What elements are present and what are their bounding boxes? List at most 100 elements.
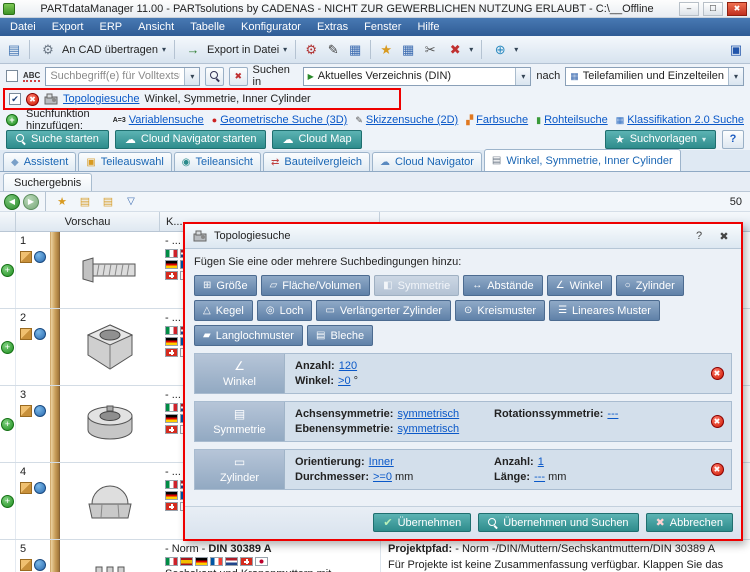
remove-condition-icon[interactable]: ✖: [710, 367, 724, 380]
edit-pencil-icon[interactable]: ✎: [323, 40, 343, 60]
3d-box-icon[interactable]: [20, 559, 32, 571]
add-lineares-muster-button[interactable]: ☰ Lineares Muster: [549, 300, 660, 321]
globe-icon[interactable]: [34, 328, 46, 340]
part-preview[interactable]: [60, 463, 160, 539]
table-icon[interactable]: ▦: [345, 40, 365, 60]
favorites-star-icon[interactable]: ★: [376, 40, 396, 60]
suche-starten-button[interactable]: Suche starten: [6, 129, 109, 149]
part-preview[interactable]: [60, 232, 160, 308]
add-zylinder-button[interactable]: ○ Zylinder: [615, 275, 684, 296]
part-preview[interactable]: [60, 386, 160, 462]
search-scope-combo[interactable]: ▦ Teilefamilien und Einzelteilen ▾: [565, 66, 744, 86]
spellcheck-abc-icon[interactable]: ABC: [23, 71, 41, 82]
part-preview[interactable]: [60, 309, 160, 385]
skizzensuche-item[interactable]: ✎ Skizzensuche (2D): [355, 114, 458, 126]
clear-search-button[interactable]: ✖: [228, 66, 248, 86]
favorites-star-icon[interactable]: ★: [52, 192, 72, 212]
search-input[interactable]: [46, 70, 185, 82]
add-verlaengerter-zylinder-button[interactable]: ▭ Verlängerter Zylinder: [316, 300, 451, 321]
add-langlochmuster-button[interactable]: ▰ Langlochmuster: [194, 325, 303, 346]
tab-cloud-navigator[interactable]: ☁ Cloud Navigator: [372, 152, 482, 171]
cloud-navigator-starten-button[interactable]: ☁ Cloud Navigator starten: [114, 129, 267, 149]
expand-row-icon[interactable]: +: [1, 263, 14, 277]
farbsuche-link[interactable]: Farbsuche: [476, 114, 528, 126]
menu-extras[interactable]: Extras: [309, 18, 356, 36]
tab-teileauswahl[interactable]: ▣ Teileauswahl: [78, 152, 172, 171]
add-winkel-button[interactable]: ∠ Winkel: [546, 275, 612, 296]
add-kegel-button[interactable]: △ Kegel: [194, 300, 253, 321]
add-groesse-button[interactable]: ⊞ Größe: [194, 275, 257, 296]
forward-button[interactable]: ▶: [23, 193, 39, 210]
part-preview[interactable]: [60, 540, 160, 572]
anzahl-value-link[interactable]: 1: [538, 456, 544, 468]
globe-icon[interactable]: [34, 251, 46, 263]
menu-hilfe[interactable]: Hilfe: [409, 18, 447, 36]
add-kreismuster-button[interactable]: ⊙ Kreismuster: [455, 300, 546, 321]
transfer-to-cad-dropdown[interactable]: ⚙ An CAD übertragen ▾: [35, 40, 169, 60]
back-button[interactable]: ◀: [4, 193, 20, 210]
3d-box-icon[interactable]: [20, 405, 32, 417]
durchmesser-value-link[interactable]: >=0: [373, 471, 392, 483]
folder-open-icon[interactable]: ▤: [98, 192, 118, 212]
filter-icon[interactable]: ▽: [121, 192, 141, 212]
anzahl-value-link[interactable]: 120: [339, 360, 357, 372]
online-update-dropdown[interactable]: ⊕ ▾: [487, 40, 521, 60]
menu-fenster[interactable]: Fenster: [356, 18, 409, 36]
3d-box-icon[interactable]: [20, 251, 32, 263]
globe-icon[interactable]: [34, 482, 46, 494]
cloud-map-button[interactable]: ☁ Cloud Map: [272, 129, 362, 149]
minimize-button[interactable]: –: [679, 1, 699, 16]
suchvorlagen-button[interactable]: ★ Suchvorlagen ▾: [604, 129, 716, 149]
variablensuche-item[interactable]: A=3 Variablensuche: [113, 114, 204, 126]
add-bleche-button[interactable]: ▤ Bleche: [306, 325, 374, 346]
remove-condition-icon[interactable]: ✖: [710, 415, 724, 428]
chevron-down-icon[interactable]: ▾: [728, 67, 743, 85]
menu-export[interactable]: Export: [44, 18, 92, 36]
cut-scissors-icon[interactable]: ✂: [420, 40, 440, 60]
klassifikation-link[interactable]: Klassifikation 2.0 Suche: [627, 114, 744, 126]
topologiesuche-link[interactable]: Topologiesuche: [63, 93, 139, 105]
directory-combo[interactable]: ▶ Aktuelles Verzeichnis (DIN) ▾: [302, 66, 532, 86]
add-flaeche-volumen-button[interactable]: ▱ Fläche/Volumen: [260, 275, 371, 296]
chevron-down-icon[interactable]: ▾: [515, 67, 531, 85]
laenge-value-link[interactable]: ---: [534, 471, 545, 483]
delete-dropdown[interactable]: ✖ ▾: [442, 40, 476, 60]
uebernehmen-und-suchen-button[interactable]: Übernehmen und Suchen: [478, 513, 639, 532]
dialog-close-icon[interactable]: ✖: [715, 228, 733, 244]
export-to-file-dropdown[interactable]: → Export in Datei ▾: [180, 40, 290, 60]
expand-row-icon[interactable]: +: [1, 417, 14, 431]
add-loch-button[interactable]: ◎ Loch: [256, 300, 313, 321]
tab-suchergebnis[interactable]: Suchergebnis: [3, 173, 93, 191]
rotationssymmetrie-value-link[interactable]: ---: [607, 408, 618, 420]
expand-row-icon[interactable]: +: [1, 340, 14, 354]
geometrische-suche-item[interactable]: ● Geometrische Suche (3D): [212, 114, 348, 126]
menu-ansicht[interactable]: Ansicht: [130, 18, 182, 36]
3d-box-icon[interactable]: [20, 328, 32, 340]
3d-box-icon[interactable]: [20, 482, 32, 494]
remove-condition-icon[interactable]: ✖: [710, 463, 724, 476]
variablensuche-link[interactable]: Variablensuche: [129, 114, 204, 126]
fulltext-search-button[interactable]: [205, 66, 224, 86]
winkel-value-link[interactable]: >0: [338, 375, 351, 387]
dialog-help-button[interactable]: ?: [690, 228, 708, 244]
uebernehmen-button[interactable]: ✔ Übernehmen: [373, 513, 472, 532]
topology-search-checkbox[interactable]: ✔: [9, 93, 21, 105]
achsensymmetrie-value-link[interactable]: symmetrisch: [397, 408, 459, 420]
tab-teileansicht[interactable]: ◉ Teileansicht: [173, 152, 261, 171]
tab-assistent[interactable]: ◆ Assistent: [3, 152, 77, 171]
abbrechen-button[interactable]: ✖ Abbrechen: [645, 513, 733, 532]
table-view-icon[interactable]: ▦: [398, 40, 418, 60]
rohteilsuche-link[interactable]: Rohteilsuche: [544, 114, 608, 126]
maximize-button[interactable]: ☐: [703, 1, 723, 16]
chevron-down-icon[interactable]: ▾: [184, 67, 200, 85]
geometrische-suche-link[interactable]: Geometrische Suche (3D): [220, 114, 347, 126]
help-button[interactable]: ?: [722, 129, 744, 149]
globe-icon[interactable]: [34, 559, 46, 571]
tab-bauteilvergleich[interactable]: ⇄ Bauteilvergleich: [263, 152, 371, 171]
vorschau-column-header[interactable]: Vorschau: [16, 212, 160, 231]
farbsuche-item[interactable]: ▞ Farbsuche: [466, 114, 528, 126]
ebenensymmetrie-value-link[interactable]: symmetrisch: [397, 423, 459, 435]
close-button[interactable]: ✖: [727, 1, 747, 16]
orientierung-value-link[interactable]: Inner: [369, 456, 394, 468]
menu-tabelle[interactable]: Tabelle: [182, 18, 233, 36]
